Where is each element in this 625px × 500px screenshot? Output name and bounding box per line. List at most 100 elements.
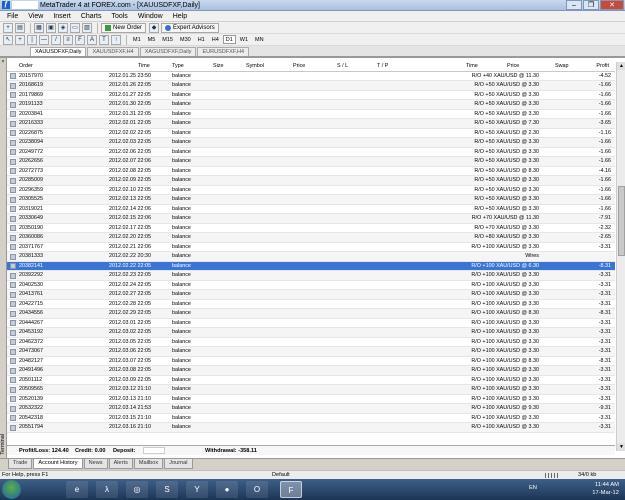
table-row[interactable]: 20371767 2012.02.21 22:06 balance R/O +100 … (7, 243, 615, 252)
timeframe-m5[interactable]: M5 (145, 35, 159, 44)
menu-tools[interactable]: Tools (106, 11, 132, 22)
language-indicator[interactable]: EN (529, 485, 537, 491)
metatrader-icon[interactable]: F (280, 481, 302, 498)
table-row[interactable]: 20272773 2012.02.08 22:05 balance R/O +50 X… (7, 167, 615, 176)
chart-tab-xauusd-h4[interactable]: XAUUSDFXF,H4 (87, 47, 139, 56)
table-row[interactable]: 20179869 2012.01.27 22:05 balance R/O +50 X… (7, 91, 615, 100)
table-row[interactable]: 20203841 2012.01.31 22:05 balance R/O +50 X… (7, 110, 615, 119)
table-row[interactable]: 20238094 2012.02.03 22:05 balance R/O +50 X… (7, 138, 615, 148)
header-size[interactable]: Size (213, 62, 224, 71)
table-row[interactable]: 20444267 2012.03.01 22:05 balance R/O +100 … (7, 319, 615, 328)
header-symbol[interactable]: Symbol (246, 62, 264, 71)
table-row[interactable]: 20520139 2012.03.13 21:10 balance R/O +100 … (7, 395, 615, 404)
header-close-time[interactable]: Time (466, 62, 478, 71)
arrows-icon[interactable]: ↑ (111, 34, 121, 45)
tab-trade[interactable]: Trade (8, 459, 33, 469)
scroll-down-icon[interactable]: ▼ (617, 443, 625, 451)
table-row[interactable]: 20402530 2012.02.24 22:05 balance R/O +100 … (7, 281, 615, 290)
header-sl[interactable]: S / L (337, 62, 348, 71)
table-row[interactable]: 20501112 2012.03.09 22:05 balance R/O +100 … (7, 376, 615, 385)
timeframe-h4[interactable]: H4 (209, 35, 222, 44)
table-row[interactable]: 20473067 2012.03.06 22:05 balance R/O +100 … (7, 347, 615, 357)
timeframe-m15[interactable]: M15 (159, 35, 176, 44)
header-close-price[interactable]: Price (507, 62, 519, 71)
header-tp[interactable]: T / P (377, 62, 388, 71)
table-row[interactable]: 20168619 2012.01.26 22:05 balance R/O +50 X… (7, 81, 615, 91)
new-chart-icon[interactable]: + (3, 22, 13, 33)
table-row[interactable]: 20305525 2012.02.13 22:05 balance R/O +50 X… (7, 195, 615, 205)
market-watch-icon[interactable]: ▦ (34, 22, 44, 33)
table-row[interactable]: 20509565 2012.03.12 21:10 balance R/O +100 … (7, 385, 615, 395)
navigator-icon[interactable]: ◈ (58, 22, 68, 33)
table-row[interactable]: 20382141 2012.02.22 22:05 balance R/O +100 … (7, 261, 615, 271)
table-row[interactable]: 20413761 2012.02.27 22:05 balance R/O +100 … (7, 290, 615, 300)
profiles-icon[interactable]: ▤ (15, 22, 25, 33)
table-row[interactable]: 20249772 2012.02.06 22:05 balance R/O +50 X… (7, 148, 615, 157)
timeframe-m1[interactable]: M1 (130, 35, 144, 44)
label-icon[interactable]: T (99, 34, 109, 45)
chart-tab-xagusd-daily[interactable]: XAGUSDFXF,Daily (139, 47, 197, 56)
close-terminal-icon[interactable]: × (0, 59, 6, 65)
tab-alerts[interactable]: Alerts (108, 459, 133, 469)
terminal-icon[interactable]: ▭ (70, 22, 80, 33)
timeframe-h1[interactable]: H1 (195, 35, 208, 44)
table-row[interactable]: 20392292 2012.02.23 22:05 balance R/O +100 … (7, 271, 615, 281)
chart-tab-eurusd-h4[interactable]: EURUSDFXF,H4 (197, 47, 250, 56)
table-row[interactable]: 20434556 2012.02.29 22:05 balance R/O +100 … (7, 309, 615, 319)
header-time[interactable]: Time (138, 62, 150, 71)
table-row[interactable]: 20330649 2012.02.15 22:06 balance R/O +70 X… (7, 214, 615, 224)
header-profit[interactable]: Profit (596, 62, 609, 71)
table-row[interactable]: 20532322 2012.03.14 21:53 balance R/O +100 … (7, 404, 615, 414)
start-button[interactable] (2, 480, 21, 499)
table-row[interactable]: 20491496 2012.03.08 22:05 balance R/O +100 … (7, 366, 615, 376)
firefox-icon[interactable]: ● (216, 481, 238, 498)
winamp-icon[interactable]: λ (96, 481, 118, 498)
table-row[interactable]: 20226875 2012.02.02 22:05 balance R/O +50 X… (7, 129, 615, 138)
table-row[interactable]: 20453192 2012.03.02 22:05 balance R/O +100 … (7, 328, 615, 338)
yahoo-icon[interactable]: Y (186, 481, 208, 498)
table-row[interactable]: 20296359 2012.02.10 22:05 balance R/O +50 X… (7, 186, 615, 195)
header-type[interactable]: Type (172, 62, 184, 71)
table-row[interactable]: 20216333 2012.02.01 22:05 balance R/O +50 X… (7, 119, 615, 129)
clock-date[interactable]: 17-Mar-12 (592, 490, 619, 496)
fibonacci-icon[interactable]: F (75, 34, 85, 45)
table-row[interactable]: 20191133 2012.01.30 22:05 balance R/O +50 X… (7, 100, 615, 110)
tab-news[interactable]: News (83, 459, 108, 469)
scroll-up-icon[interactable]: ▲ (617, 62, 625, 70)
text-icon[interactable]: A (87, 34, 97, 45)
skype-icon[interactable]: S (156, 481, 178, 498)
crosshair-icon[interactable]: + (15, 34, 25, 45)
table-row[interactable]: 20319021 2012.02.14 22:06 balance R/O +50 X… (7, 205, 615, 214)
table-row[interactable]: 20462372 2012.03.05 22:05 balance R/O +100 … (7, 338, 615, 347)
ie-icon[interactable]: e (66, 481, 88, 498)
tab-mailbox[interactable]: Mailbox (133, 459, 164, 469)
menu-window[interactable]: Window (133, 11, 168, 22)
tab-account-history[interactable]: Account History (33, 459, 83, 469)
data-window-icon[interactable]: ▣ (46, 22, 56, 33)
new-order-button[interactable]: New Order (101, 22, 147, 33)
vertical-line-icon[interactable]: | (27, 34, 37, 45)
table-row[interactable]: 20422715 2012.02.28 22:05 balance R/O +100 … (7, 300, 615, 309)
table-row[interactable]: 20551794 2012.03.16 21:10 balance R/O +100 … (7, 423, 615, 433)
table-row[interactable]: 20381333 2012.02.22 20:30 balance Wires (7, 252, 615, 262)
menu-view[interactable]: View (23, 11, 48, 22)
header-price[interactable]: Price (293, 62, 305, 71)
cursor-icon[interactable]: ↖ (3, 34, 13, 45)
tester-icon[interactable]: ▧ (82, 22, 92, 33)
timeframe-m30[interactable]: M30 (177, 35, 194, 44)
chart-tab-xauusd-daily[interactable]: XAUUSDFXF,Daily (30, 47, 87, 56)
expert-advisors-button[interactable]: Expert Advisors (161, 22, 219, 33)
table-row[interactable]: 20285009 2012.02.09 22:05 balance R/O +50 X… (7, 176, 615, 186)
metaeditor-icon[interactable]: ◆ (149, 22, 160, 33)
table-row[interactable]: 20262656 2012.02.07 22:06 balance R/O +50 X… (7, 157, 615, 167)
vertical-scrollbar[interactable]: ▲ ▼ (616, 62, 625, 451)
close-button[interactable]: ✕ (600, 0, 624, 10)
header-swap[interactable]: Swap (555, 62, 569, 71)
channel-icon[interactable]: ≡ (63, 34, 73, 45)
table-row[interactable]: 20360086 2012.02.20 22:05 balance R/O +80 X… (7, 233, 615, 243)
table-row[interactable]: 20157970 2012.01.25 23:50 balance R/O +40 X… (7, 72, 615, 81)
table-row[interactable]: 20350190 2012.02.17 22:05 balance R/O +70 X… (7, 224, 615, 233)
table-row[interactable]: 20482127 2012.03.07 22:05 balance R/O +100 … (7, 357, 615, 366)
timeframe-w1[interactable]: W1 (237, 35, 251, 44)
menu-insert[interactable]: Insert (48, 11, 76, 22)
